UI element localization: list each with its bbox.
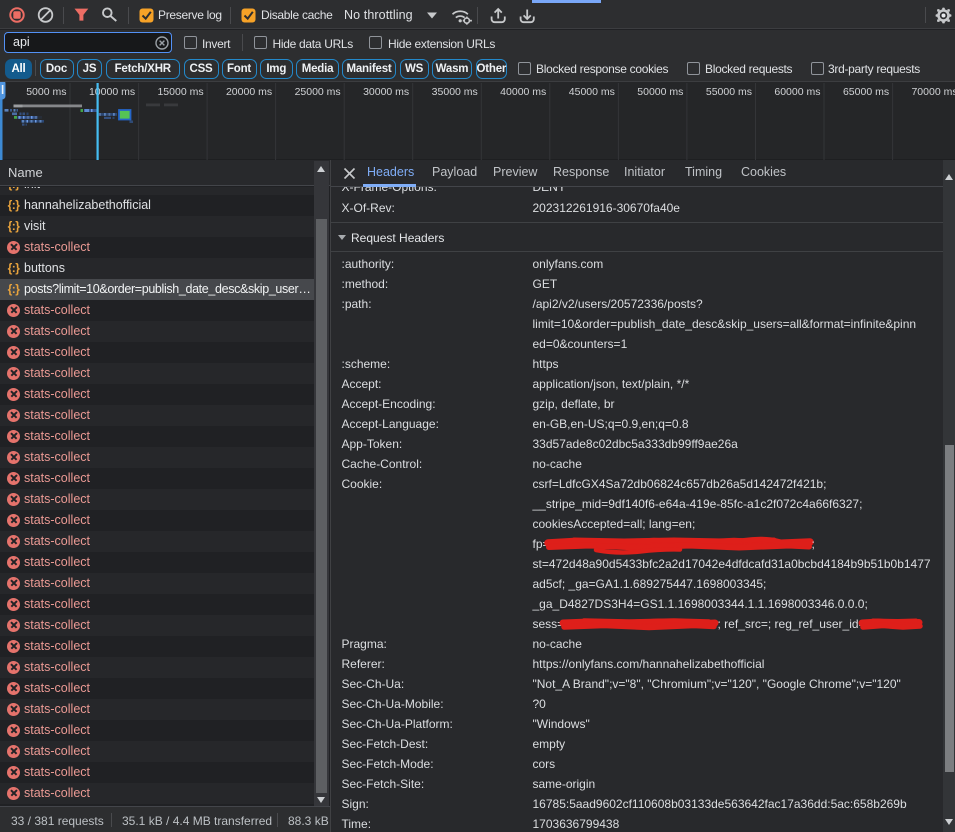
svg-text:50000 ms: 50000 ms: [637, 86, 683, 98]
svg-text:5000 ms: 5000 ms: [26, 86, 66, 98]
svg-text:35000 ms: 35000 ms: [432, 86, 478, 98]
svg-text:25000 ms: 25000 ms: [295, 86, 341, 98]
svg-text:30000 ms: 30000 ms: [363, 86, 409, 98]
svg-text:40000 ms: 40000 ms: [500, 86, 546, 98]
svg-text:65000 ms: 65000 ms: [843, 86, 889, 98]
svg-text:15000 ms: 15000 ms: [157, 86, 203, 98]
svg-text:60000 ms: 60000 ms: [774, 86, 820, 98]
svg-text:45000 ms: 45000 ms: [569, 86, 615, 98]
svg-text:55000 ms: 55000 ms: [706, 86, 752, 98]
svg-text:20000 ms: 20000 ms: [226, 86, 272, 98]
svg-text:70000 ms: 70000 ms: [911, 86, 955, 98]
svg-text:10000 ms: 10000 ms: [89, 86, 135, 98]
